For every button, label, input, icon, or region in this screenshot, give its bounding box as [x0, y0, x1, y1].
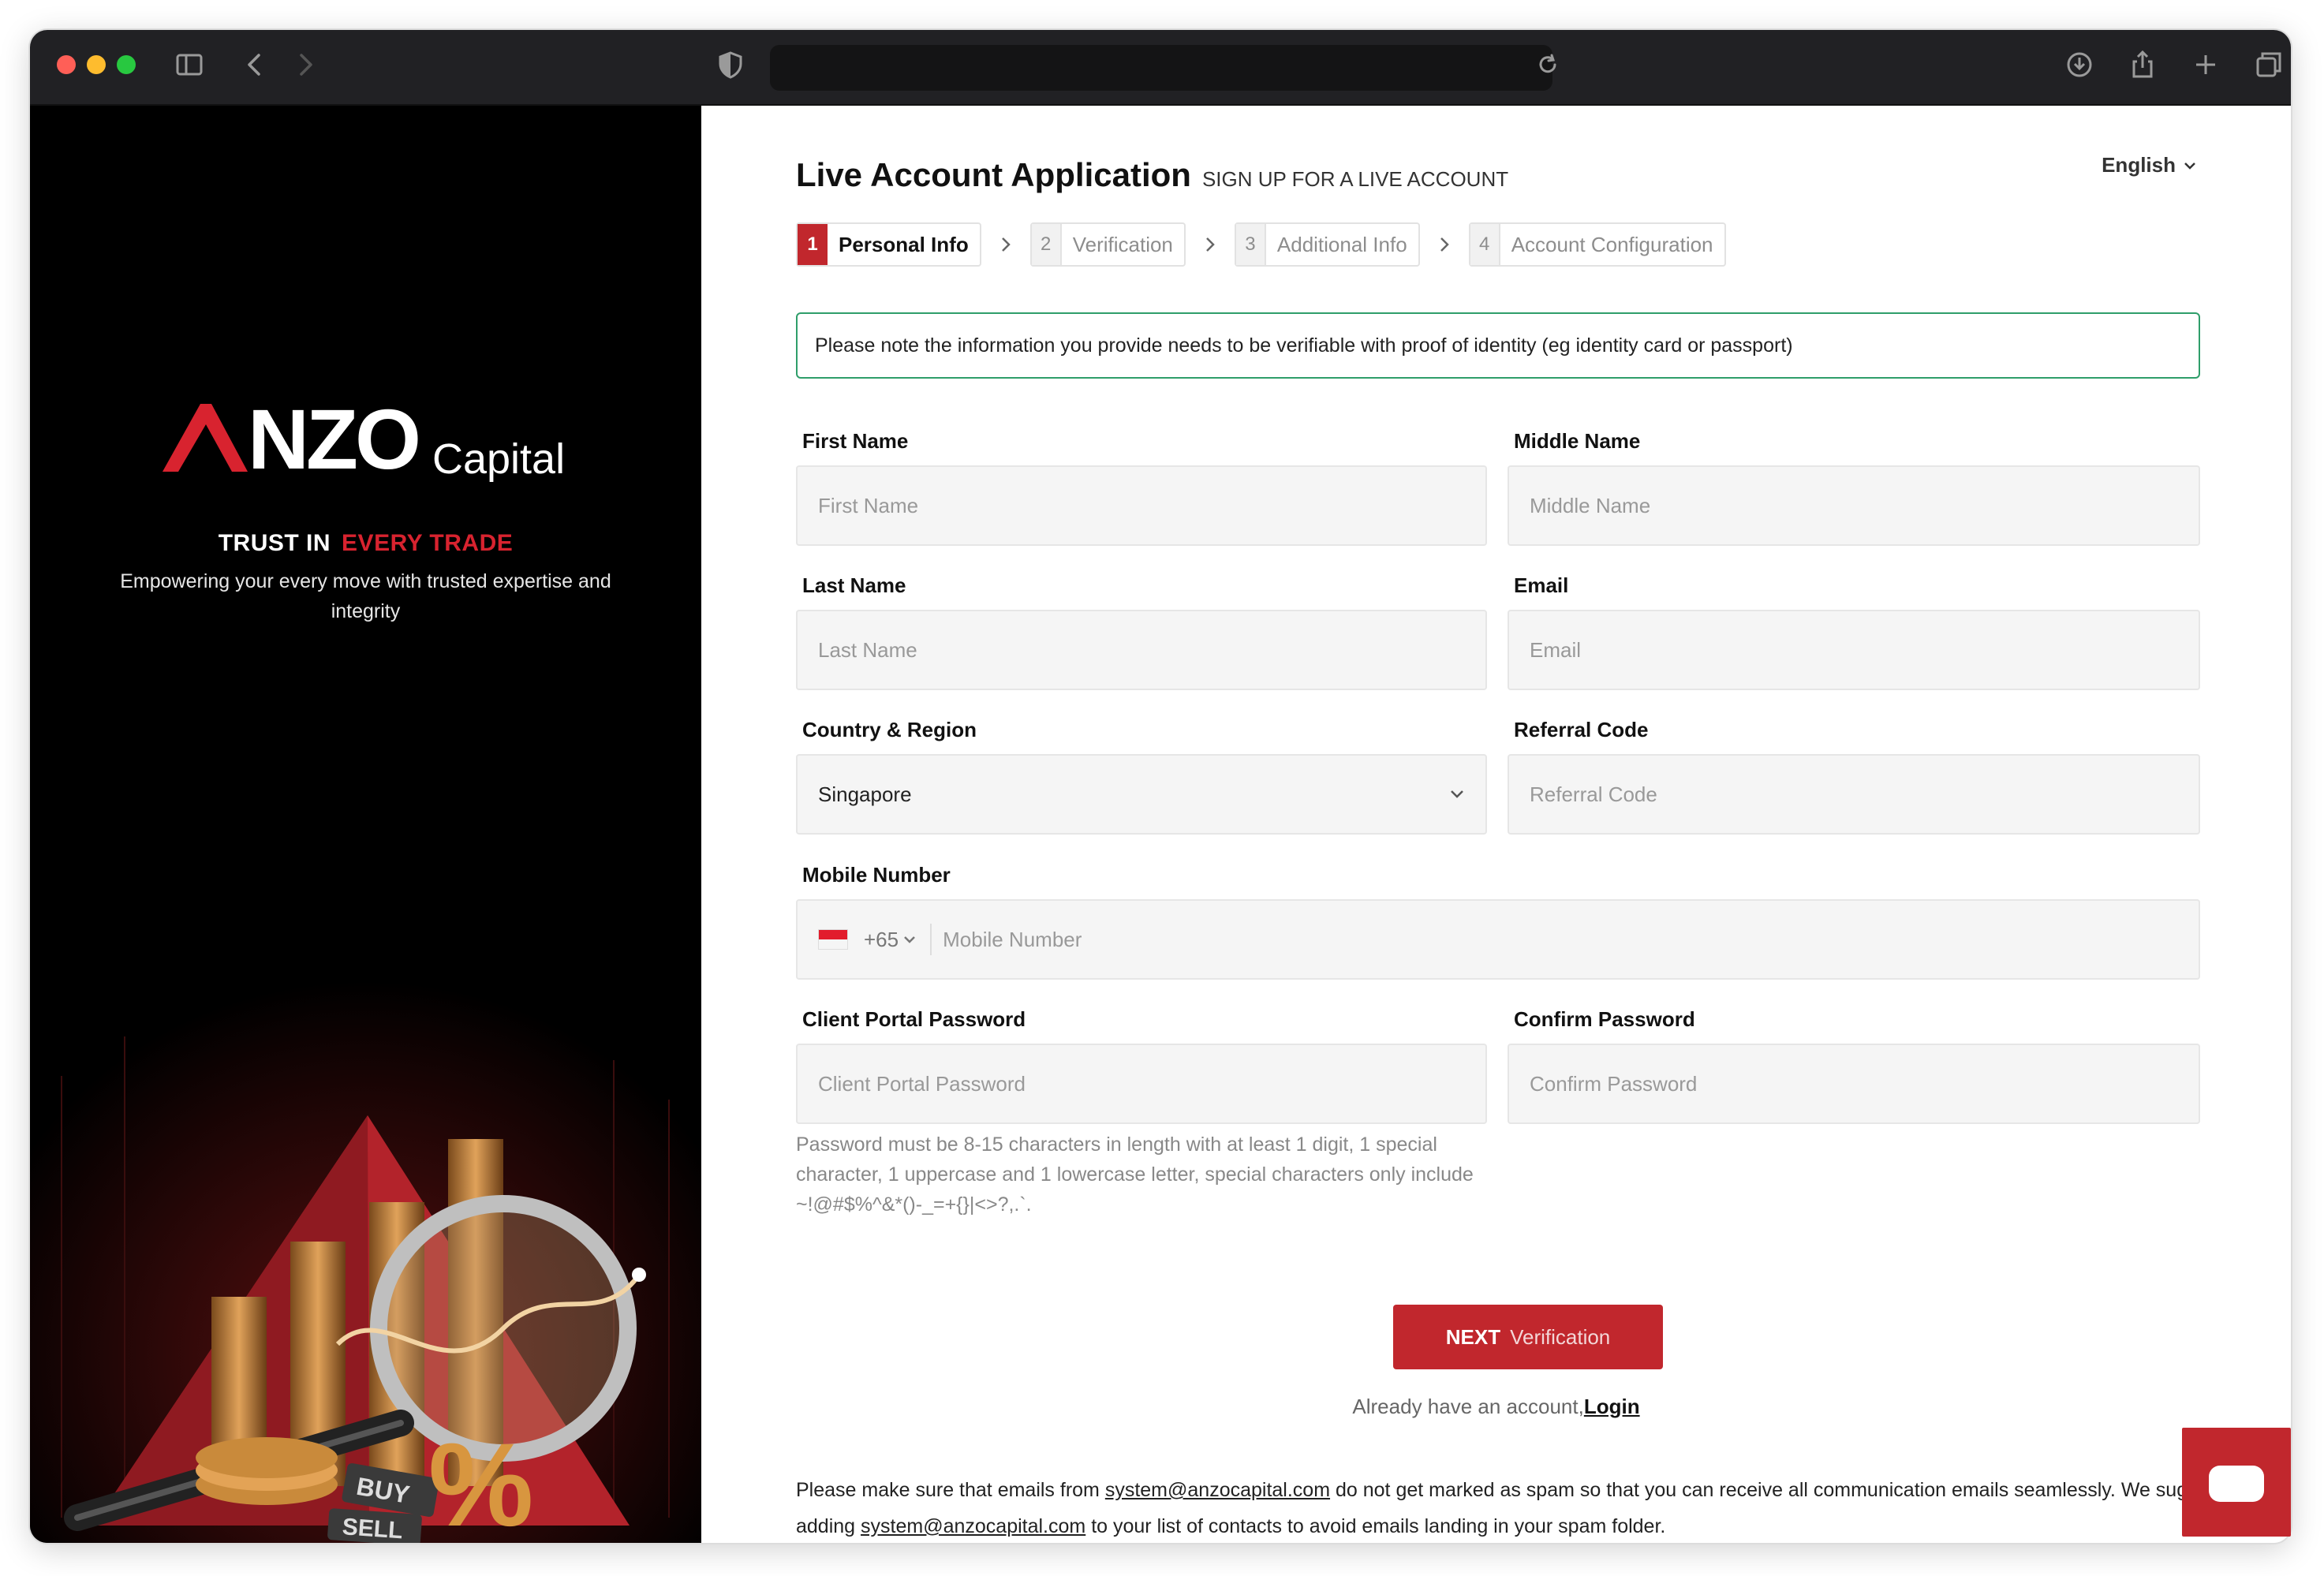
- hero-panel: NZO Capital TRUST IN EVERY TRADE Empoweri…: [30, 106, 701, 1543]
- step-number: 3: [1235, 224, 1266, 265]
- chat-widget-button[interactable]: [2182, 1428, 2291, 1537]
- next-button[interactable]: NEXT Verification: [1393, 1305, 1663, 1369]
- spam-notice: Please make sure that emails from system…: [796, 1472, 2279, 1543]
- password-hint: Password must be 8-15 characters in leng…: [796, 1133, 1474, 1216]
- email-input[interactable]: Email: [1508, 610, 2200, 690]
- identity-notice: Please note the information you provide …: [796, 312, 2200, 379]
- share-icon[interactable]: [2127, 49, 2158, 80]
- application-form: English Live Account Application SIGN UP…: [701, 106, 2291, 1543]
- tabs-overview-icon[interactable]: [2253, 49, 2285, 80]
- minimize-window-button[interactable]: [87, 55, 106, 74]
- sidebar-icon[interactable]: [174, 49, 205, 80]
- step-account-configuration[interactable]: 4 Account Configuration: [1468, 222, 1726, 267]
- middle-name-input[interactable]: Middle Name: [1508, 465, 2200, 546]
- reload-icon[interactable]: [1532, 49, 1564, 80]
- svg-text:NZO: NZO: [248, 393, 418, 487]
- svg-text:%: %: [428, 1418, 533, 1543]
- tagline-part1: TRUST IN: [218, 530, 331, 556]
- forward-icon[interactable]: [289, 49, 320, 80]
- country-value: Singapore: [818, 782, 912, 806]
- mobile-number-label: Mobile Number: [802, 863, 951, 887]
- svg-text:Capital: Capital: [432, 435, 565, 483]
- page-title: Live Account Application: [796, 156, 1191, 193]
- step-number: 4: [1470, 224, 1500, 265]
- next-label: NEXT: [1445, 1324, 1501, 1349]
- first-name-label: First Name: [802, 429, 909, 453]
- last-name-label: Last Name: [802, 573, 906, 597]
- confirm-password-label: Confirm Password: [1514, 1007, 1695, 1031]
- system-email-link-2[interactable]: system@anzocapital.com: [861, 1515, 1085, 1537]
- chevron-right-icon: [1186, 236, 1235, 253]
- step-verification[interactable]: 2 Verification: [1029, 222, 1186, 267]
- step-label: Account Configuration: [1511, 232, 1713, 256]
- country-code-selector[interactable]: +65: [818, 924, 932, 955]
- step-label: Personal Info: [839, 232, 969, 256]
- language-label: English: [2102, 153, 2176, 177]
- login-prompt-text: Already have an account,: [1352, 1395, 1584, 1418]
- download-icon[interactable]: [2064, 49, 2095, 80]
- chevron-down-icon: [2184, 162, 2195, 170]
- browser-window: NZO Capital TRUST IN EVERY TRADE Empoweri…: [30, 30, 2291, 1543]
- country-code: +65: [864, 927, 899, 951]
- email-label: Email: [1514, 573, 1569, 597]
- referral-code-label: Referral Code: [1514, 718, 1649, 741]
- singapore-flag-icon: [818, 929, 848, 950]
- last-name-input[interactable]: Last Name: [796, 610, 1487, 690]
- chevron-right-icon: [981, 236, 1030, 253]
- login-link[interactable]: Login: [1584, 1395, 1640, 1418]
- chevron-down-icon: [1451, 790, 1463, 798]
- language-selector[interactable]: English: [2102, 153, 2196, 177]
- hero-subtitle: Empowering your every move with trusted …: [120, 570, 611, 622]
- password-input[interactable]: Client Portal Password: [796, 1044, 1487, 1124]
- hero-tagline: TRUST IN EVERY TRADE: [30, 530, 701, 557]
- step-personal-info[interactable]: 1 Personal Info: [796, 222, 981, 267]
- shield-icon[interactable]: [715, 49, 746, 80]
- step-additional-info[interactable]: 3 Additional Info: [1234, 222, 1420, 267]
- anzo-capital-logo: NZO Capital: [163, 393, 565, 487]
- svg-text:SELL: SELL: [342, 1514, 404, 1543]
- spam-notice-part3: to your list of contacts to avoid emails…: [1085, 1515, 1666, 1537]
- chevron-right-icon: [1420, 236, 1469, 253]
- mobile-number-input[interactable]: Mobile Number: [932, 928, 1082, 952]
- zoom-window-button[interactable]: [117, 55, 136, 74]
- tagline-part2: EVERY TRADE: [342, 530, 514, 556]
- new-tab-icon[interactable]: [2190, 49, 2221, 80]
- country-label: Country & Region: [802, 718, 977, 741]
- password-label: Client Portal Password: [802, 1007, 1026, 1031]
- system-email-link[interactable]: system@anzocapital.com: [1105, 1479, 1330, 1501]
- step-label: Verification: [1072, 232, 1173, 256]
- chat-icon: [2209, 1466, 2264, 1502]
- middle-name-label: Middle Name: [1514, 429, 1641, 453]
- back-icon[interactable]: [240, 49, 271, 80]
- stepper: 1 Personal Info 2 Verification 3 Additio…: [796, 222, 1726, 267]
- step-number: 1: [798, 224, 828, 265]
- trading-illustration: BUY SELL %: [30, 918, 701, 1543]
- referral-code-input[interactable]: Referral Code: [1508, 754, 2200, 835]
- next-step-label: Verification: [1510, 1324, 1611, 1349]
- mobile-number-field: +65 Mobile Number: [796, 899, 2200, 980]
- step-number: 2: [1031, 224, 1062, 265]
- login-prompt: Already have an account,Login: [701, 1395, 2291, 1419]
- address-bar[interactable]: [770, 45, 1552, 91]
- spam-notice-part1: Please make sure that emails from: [796, 1479, 1105, 1501]
- first-name-input[interactable]: First Name: [796, 465, 1487, 546]
- confirm-password-input[interactable]: Confirm Password: [1508, 1044, 2200, 1124]
- page-subtitle: SIGN UP FOR A LIVE ACCOUNT: [1201, 167, 1509, 191]
- chevron-down-icon: [904, 936, 915, 943]
- step-label: Additional Info: [1276, 232, 1407, 256]
- page-header: Live Account Application SIGN UP FOR A L…: [796, 156, 1508, 194]
- country-select[interactable]: Singapore: [796, 754, 1487, 835]
- close-window-button[interactable]: [57, 55, 76, 74]
- browser-toolbar: [30, 30, 2291, 106]
